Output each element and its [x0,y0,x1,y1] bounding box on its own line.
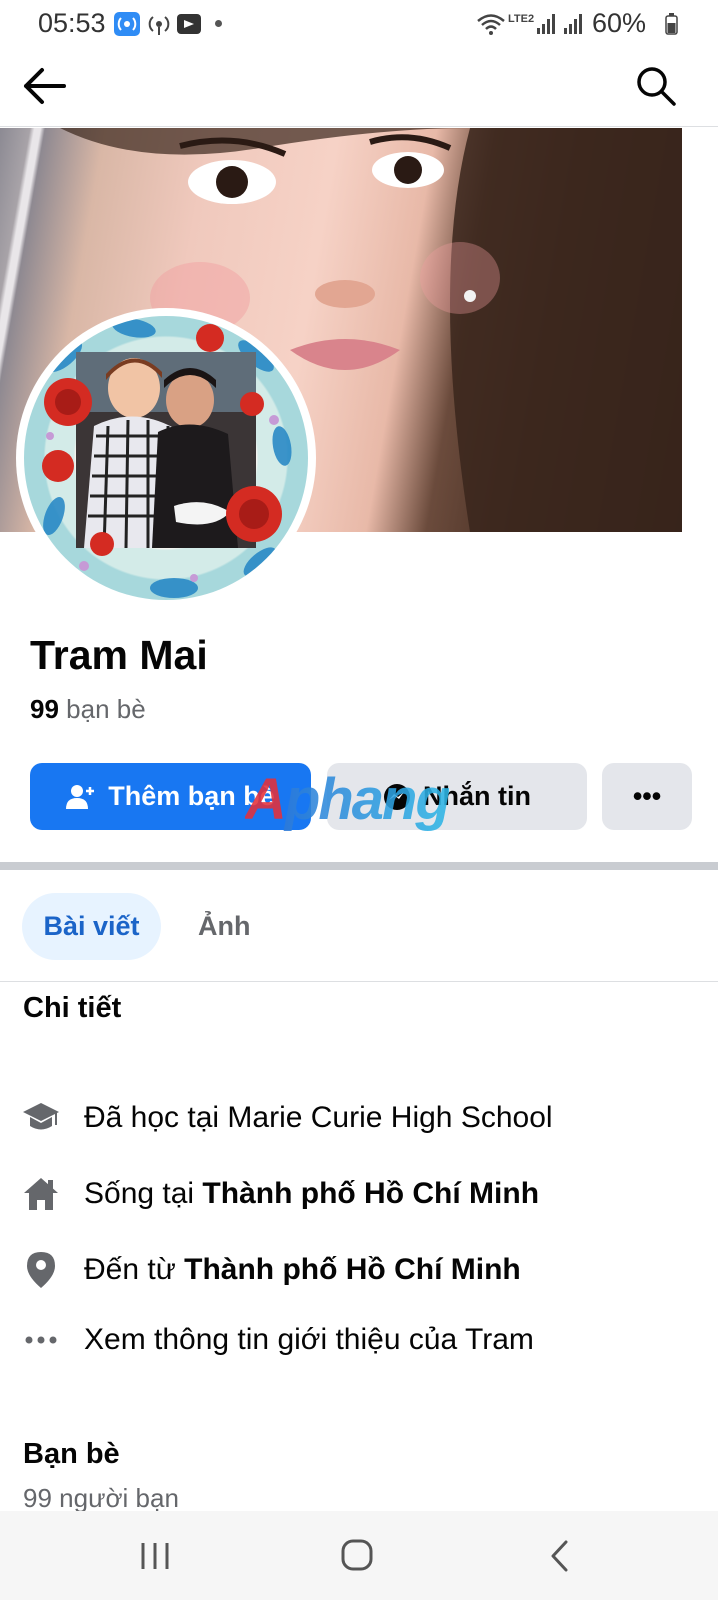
top-nav [0,48,718,127]
detail-lives[interactable]: Sống tại Thành phố Hồ Chí Minh [22,1170,702,1218]
friends-count-number: 99 [30,694,59,724]
status-time: 05:53 [38,8,106,38]
tabs-divider [0,981,718,982]
back-button[interactable] [22,66,66,106]
wifi-icon [476,12,506,36]
home-button[interactable] [340,1538,374,1572]
details-title: Chi tiết [23,992,122,1024]
status-bar: 05:53 LTE2 60% [0,0,718,48]
detail-education: Đã học tại Marie Curie High School [22,1094,702,1142]
profile-avatar[interactable] [24,316,308,600]
chevron-left-icon [551,1540,568,1572]
profile-name: Tram Mai [30,632,208,678]
more-horizontal-icon [22,1321,60,1359]
detail-see-about-text: Xem thông tin giới thiệu của Tram [84,1323,534,1356]
add-user-icon [66,783,96,811]
cast-icon [176,12,202,36]
system-nav-bar [0,1511,718,1600]
system-back-button[interactable] [548,1539,572,1573]
friends-section-title: Bạn bè [23,1438,120,1470]
hotspot-icon [114,12,140,36]
detail-from-text: Đến từ Thành phố Hồ Chí Minh [84,1253,521,1286]
friends-section-subtitle: 99 người bạn [23,1483,179,1513]
signal-icon-2 [563,12,585,36]
avatar-photo-illustration [42,318,292,598]
more-dots-icon: ••• [632,781,662,811]
battery-icon [665,13,678,35]
location-pin-icon [22,1251,60,1289]
tab-photos[interactable]: Ảnh [198,893,250,960]
tab-posts[interactable]: Bài viết [22,893,161,960]
home-circle-icon [341,1539,373,1571]
network-type-label: LTE2 [508,13,535,25]
friends-count: 99 bạn bè [30,694,146,725]
recent-apps-button[interactable] [138,1539,172,1573]
recent-apps-icon [141,1543,169,1569]
more-options-button[interactable]: ••• [602,763,692,830]
detail-lives-text: Sống tại Thành phố Hồ Chí Minh [84,1177,540,1210]
battery-percent: 60% [592,8,647,38]
notification-dot-icon [215,20,222,27]
signal-icon-1 [536,12,558,36]
search-button[interactable] [634,64,678,108]
detail-from[interactable]: Đến từ Thành phố Hồ Chí Minh [22,1246,702,1294]
arrow-left-icon [24,68,66,104]
friends-count-label: bạn bè [66,694,146,724]
home-icon [22,1175,60,1213]
watermark: Aphang [245,767,451,832]
broadcast-icon [146,12,172,36]
search-icon [637,67,676,106]
graduation-cap-icon [22,1099,60,1137]
detail-see-about[interactable]: Xem thông tin giới thiệu của Tram [22,1316,702,1364]
section-divider [0,862,718,870]
detail-education-text: Đã học tại Marie Curie High School [84,1101,553,1134]
